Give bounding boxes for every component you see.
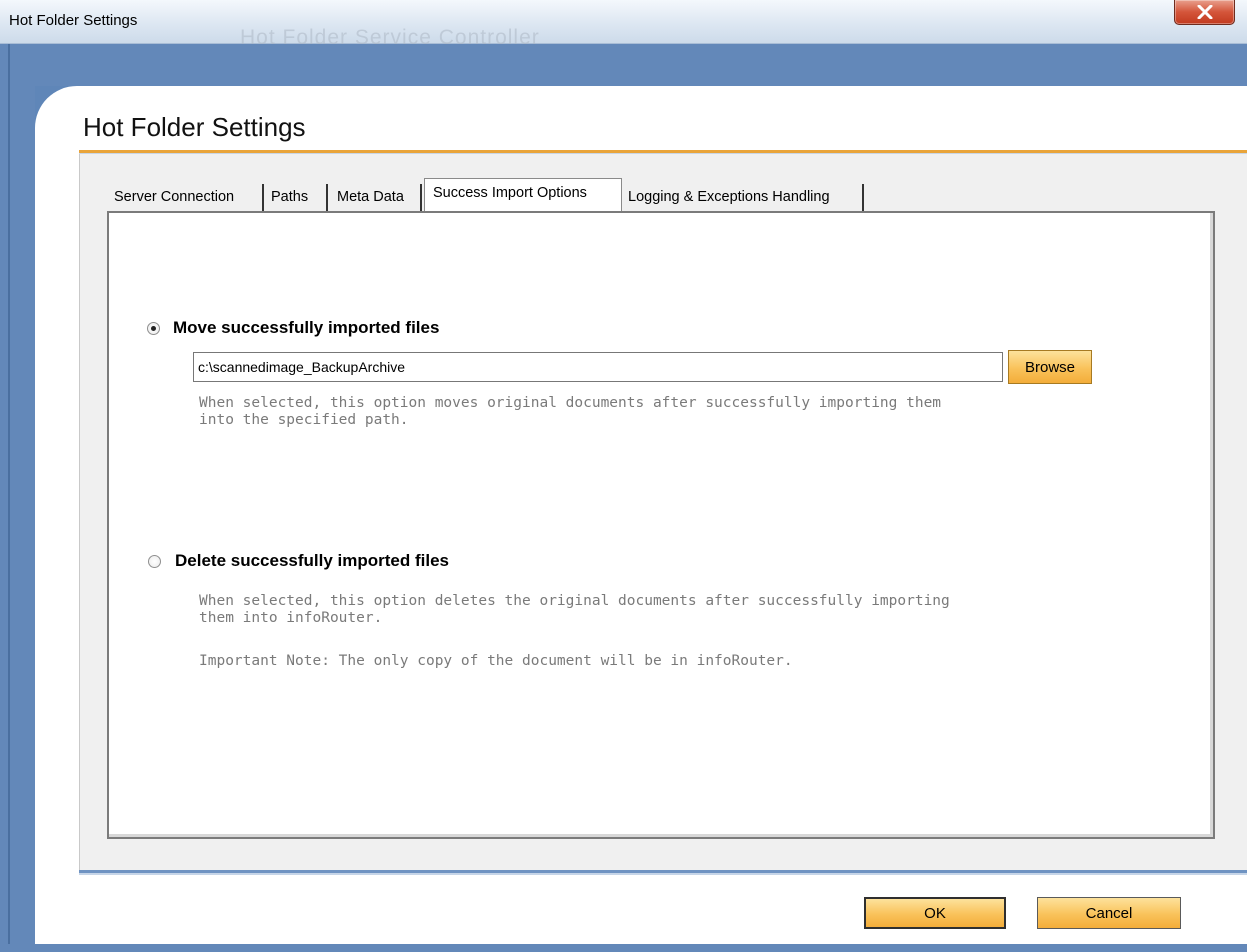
delete-description-line2: them into infoRouter. xyxy=(199,610,383,626)
tab-separator xyxy=(326,184,328,211)
window-edge xyxy=(8,44,10,952)
delete-files-radio[interactable] xyxy=(148,555,161,568)
close-icon xyxy=(1197,5,1213,19)
close-button[interactable] xyxy=(1174,0,1235,25)
delete-files-label[interactable]: Delete successfully imported files xyxy=(175,551,449,571)
ok-button[interactable]: OK xyxy=(864,897,1006,929)
tab-page xyxy=(107,211,1215,839)
tab-separator xyxy=(262,184,264,211)
page-title: Hot Folder Settings xyxy=(83,112,306,142)
browse-button[interactable]: Browse xyxy=(1008,350,1092,384)
move-description-line1: When selected, this option moves origina… xyxy=(199,395,942,411)
tab-meta-data[interactable]: Meta Data xyxy=(337,185,404,212)
move-files-label[interactable]: Move successfully imported files xyxy=(173,318,439,338)
radio-selected-dot xyxy=(151,326,156,331)
tab-paths[interactable]: Paths xyxy=(271,185,308,212)
delete-description-line1: When selected, this option deletes the o… xyxy=(199,593,950,609)
tab-success-import-options[interactable]: Success Import Options xyxy=(424,178,622,214)
tab-label: Success Import Options xyxy=(433,185,587,201)
panel-divider-shadow xyxy=(79,873,1247,875)
move-files-radio[interactable] xyxy=(147,322,160,335)
tab-server-connection[interactable]: Server Connection xyxy=(114,185,234,212)
window-titlebar: Hot Folder Settings Hot Folder Service C… xyxy=(0,0,1247,49)
window-frame-left xyxy=(0,86,35,952)
tab-separator xyxy=(420,184,422,211)
window-frame-bottom xyxy=(0,944,1247,952)
window-title: Hot Folder Settings xyxy=(9,12,138,29)
tab-logging-exceptions[interactable]: Logging & Exceptions Handling xyxy=(628,185,830,212)
tab-separator xyxy=(862,184,864,211)
window-frame xyxy=(0,44,1247,86)
cancel-button[interactable]: Cancel xyxy=(1037,897,1181,929)
archive-path-input[interactable] xyxy=(193,352,1003,382)
move-description-line2: into the specified path. xyxy=(199,412,409,428)
delete-important-note: Important Note: The only copy of the doc… xyxy=(199,653,793,669)
